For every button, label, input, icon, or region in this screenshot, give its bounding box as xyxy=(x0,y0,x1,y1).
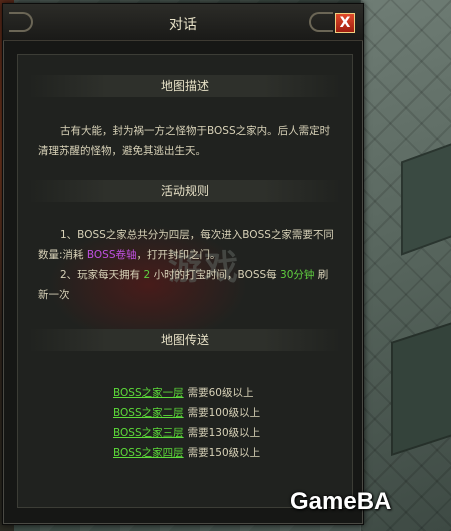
rule-2-hours: 2 xyxy=(143,269,151,281)
close-button[interactable]: X xyxy=(335,13,355,33)
gameba-watermark-logo: GameBA xyxy=(290,488,392,515)
teleport-row: BOSS之家四层 需要150级以上 xyxy=(113,443,333,463)
level-requirement: 需要150级以上 xyxy=(187,447,261,459)
dialog-titlebar[interactable]: 对话 xyxy=(3,4,363,41)
teleport-link-floor-2[interactable]: BOSS之家二层 xyxy=(113,407,184,419)
level-requirement: 需要60级以上 xyxy=(187,387,254,399)
rule-2-prefix: 2、玩家每天拥有 xyxy=(60,269,141,281)
rule-2: 2、玩家每天拥有 2 小时的打宝时间，BOSS每 30分钟 刷新一次 xyxy=(38,265,338,305)
level-requirement: 需要100级以上 xyxy=(187,407,261,419)
teleport-row: BOSS之家一层 需要60级以上 xyxy=(113,383,333,403)
stone-platform xyxy=(401,138,451,256)
rules-heading: 活动规则 xyxy=(28,180,342,202)
teleport-link-floor-1[interactable]: BOSS之家一层 xyxy=(113,387,184,399)
teleport-row: BOSS之家二层 需要100级以上 xyxy=(113,403,333,423)
map-desc-heading: 地图描述 xyxy=(28,75,342,97)
stone-platform xyxy=(391,317,451,457)
teleport-heading: 地图传送 xyxy=(28,329,342,351)
teleport-link-floor-4[interactable]: BOSS之家四层 xyxy=(113,447,184,459)
teleport-row: BOSS之家三层 需要130级以上 xyxy=(113,423,333,443)
world-right-scenery xyxy=(361,0,451,531)
teleport-list: BOSS之家一层 需要60级以上 BOSS之家二层 需要100级以上 BOSS之家三… xyxy=(113,383,333,463)
dialog-title: 对话 xyxy=(169,17,197,33)
level-requirement: 需要130级以上 xyxy=(187,427,261,439)
dialog-window: 对话 X 游戏 地图描述 古有大能，封为祸一方之怪物于BOSS之家内。后人需定时… xyxy=(2,3,364,525)
rule-2-mid: 小时的打宝时间，BOSS每 xyxy=(153,269,277,281)
teleport-link-floor-3[interactable]: BOSS之家三层 xyxy=(113,427,184,439)
rule-1-item: BOSS卷轴 xyxy=(86,249,137,261)
rule-1: 1、BOSS之家总共分为四层，每次进入BOSS之家需要不同数量:消耗 BOSS卷… xyxy=(38,225,338,265)
map-desc-text: 古有大能，封为祸一方之怪物于BOSS之家内。后人需定时清理苏醒的怪物，避免其逃出… xyxy=(38,125,331,157)
rule-1-suffix: ，打开封印之门。 xyxy=(136,249,221,261)
rule-2-minutes: 30分钟 xyxy=(280,269,315,281)
dialog-content: 游戏 地图描述 古有大能，封为祸一方之怪物于BOSS之家内。后人需定时清理苏醒的… xyxy=(17,54,353,508)
